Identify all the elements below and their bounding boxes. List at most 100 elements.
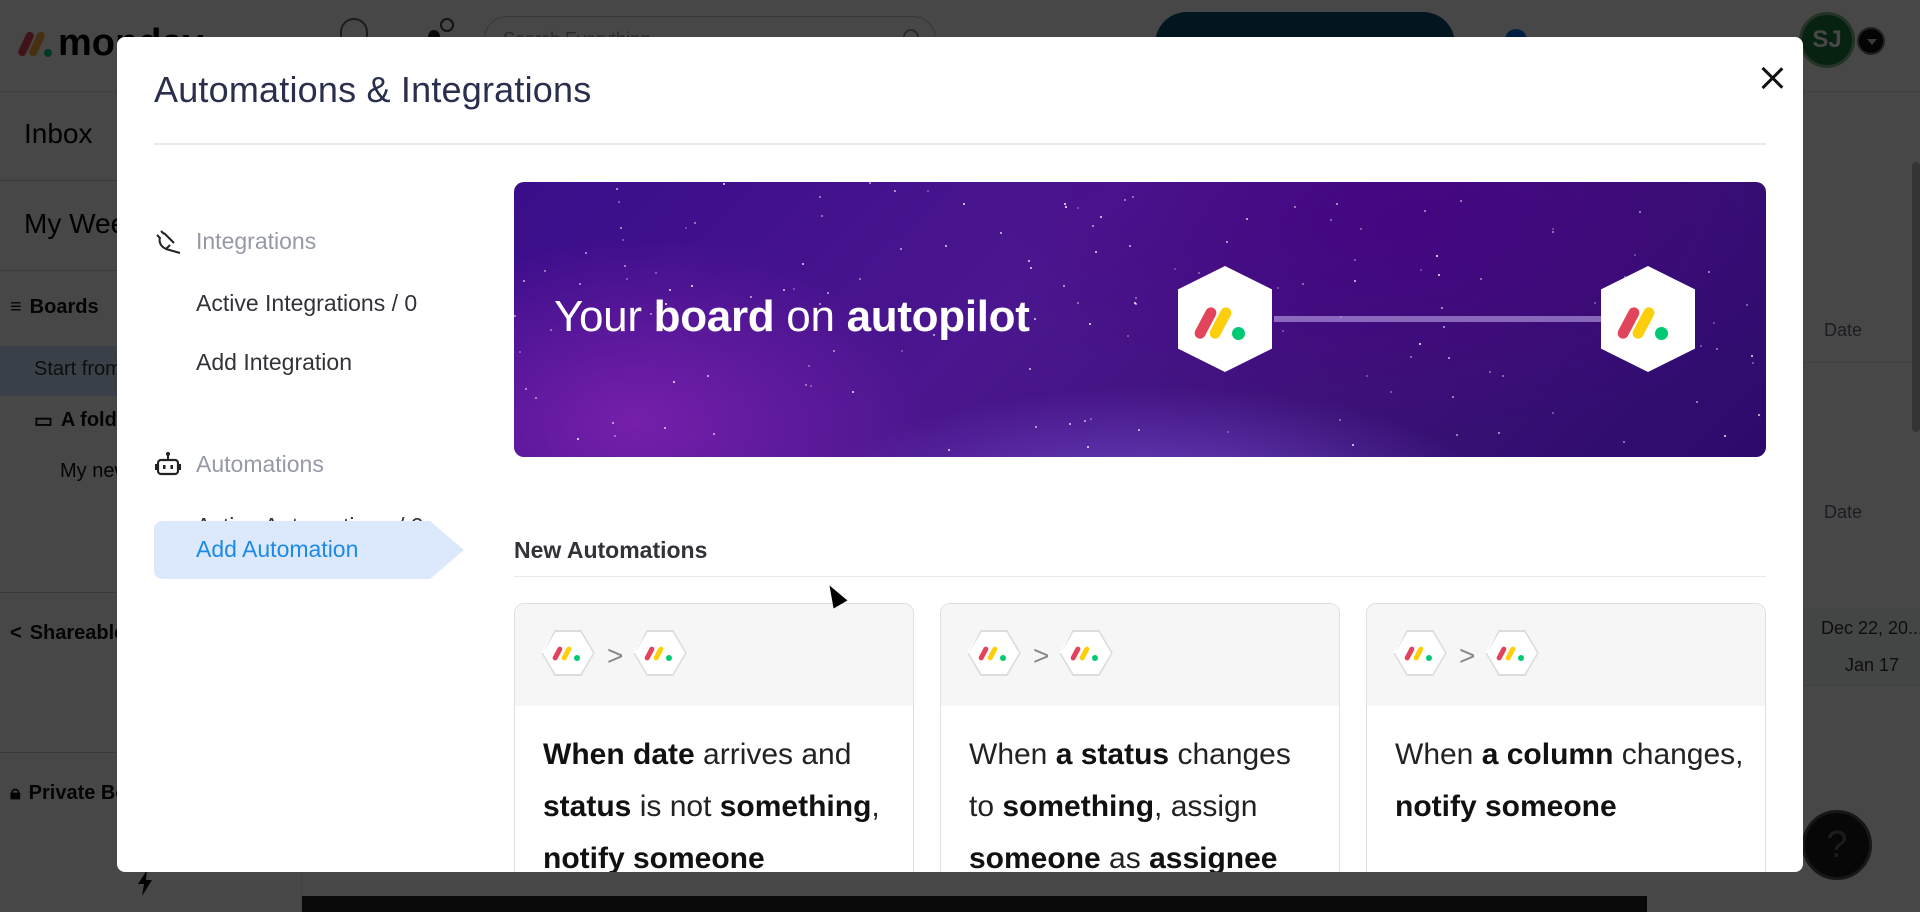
star — [1027, 259, 1030, 262]
star — [1064, 202, 1067, 205]
star — [654, 271, 657, 274]
automation-recipe-card[interactable]: > When date arrives and status is not so… — [514, 603, 914, 872]
recipe-token[interactable]: someone — [969, 842, 1101, 872]
star — [713, 433, 716, 436]
automation-recipe-card[interactable]: > When a column changes, notify someone — [1366, 603, 1766, 872]
modal-title: Automations & Integrations — [154, 69, 592, 110]
star — [578, 282, 581, 285]
banner-text-bold-1: board — [653, 292, 775, 341]
star — [1281, 329, 1284, 332]
star — [1065, 206, 1068, 209]
automations-modal: Automations & Integrations Integrations … — [117, 37, 1803, 872]
star — [625, 278, 628, 281]
star — [1551, 230, 1554, 233]
autopilot-banner: Your board on autopilot — [514, 182, 1766, 457]
active-integrations-link[interactable]: Active Integrations / 0 — [196, 290, 417, 317]
star — [1353, 279, 1356, 282]
banner-text-bold-2: autopilot — [846, 292, 1030, 341]
star — [1000, 232, 1003, 235]
banner-text-1: Your — [554, 292, 654, 341]
star — [1330, 219, 1333, 222]
star — [1035, 426, 1038, 429]
star — [809, 384, 812, 387]
star — [1029, 267, 1032, 270]
recipe-token[interactable]: a column — [1482, 738, 1614, 771]
star — [1634, 254, 1637, 257]
star — [617, 200, 620, 203]
star — [673, 380, 676, 383]
monday-hex-icon — [1393, 630, 1447, 676]
star — [693, 222, 696, 225]
star — [1033, 317, 1036, 320]
star — [1131, 196, 1134, 199]
star — [1129, 244, 1132, 247]
close-icon[interactable] — [1755, 61, 1789, 95]
star — [616, 187, 619, 190]
star — [1552, 412, 1555, 415]
monday-hex-icon — [1059, 630, 1113, 676]
recipe-token[interactable]: something — [1002, 790, 1154, 823]
section-divider — [514, 576, 1766, 577]
star — [1092, 224, 1095, 227]
add-automation-link[interactable]: Add Automation — [154, 521, 464, 579]
star — [807, 365, 810, 368]
star — [613, 434, 616, 437]
star — [833, 349, 836, 352]
star — [1696, 401, 1699, 404]
star — [851, 391, 854, 394]
automations-heading-label: Automations — [196, 450, 324, 477]
recipe-token[interactable]: notify someone — [543, 842, 765, 872]
chevron-right-icon: > — [1033, 640, 1050, 671]
banner-text-2: on — [774, 292, 847, 341]
star — [1757, 413, 1760, 416]
star — [1134, 296, 1137, 299]
star — [1420, 269, 1423, 272]
star — [544, 270, 547, 273]
star — [1452, 395, 1455, 398]
star — [963, 203, 966, 206]
recipe-text-segment: is not — [631, 790, 720, 823]
star — [1352, 444, 1355, 447]
star — [612, 421, 615, 424]
star — [1084, 420, 1087, 423]
star — [664, 427, 667, 430]
recipe-token[interactable]: a status — [1056, 738, 1169, 771]
star — [1593, 302, 1596, 305]
star — [1100, 216, 1103, 219]
star — [1335, 202, 1338, 205]
recipe-token[interactable]: When — [543, 738, 633, 771]
star — [534, 396, 537, 399]
recipe-token[interactable]: something — [720, 790, 872, 823]
recipe-token[interactable]: status — [543, 790, 631, 823]
plug-icon — [156, 230, 181, 254]
recipe-token[interactable]: assignee — [1149, 842, 1277, 872]
star — [1498, 431, 1501, 434]
star — [927, 189, 930, 192]
add-integration-link[interactable]: Add Integration — [196, 349, 352, 376]
star — [518, 351, 521, 354]
automation-recipe-card[interactable]: > When a status changes to something, as… — [940, 603, 1340, 872]
star — [1294, 205, 1296, 208]
star — [1225, 240, 1228, 243]
chevron-right-icon: > — [1459, 640, 1476, 671]
star — [1489, 371, 1492, 374]
star — [1124, 199, 1127, 202]
star — [1089, 418, 1092, 421]
star — [805, 384, 808, 386]
star — [1339, 419, 1342, 422]
recipe-token[interactable]: notify someone — [1395, 790, 1617, 823]
recipe-text-segment: , assign — [1154, 790, 1258, 823]
star — [868, 182, 871, 184]
star — [524, 388, 527, 391]
recipe-text: When a column changes, notify someone — [1395, 729, 1745, 833]
card-header: > — [515, 604, 913, 706]
recipe-text: When date arrives and status is not some… — [543, 729, 893, 872]
star — [900, 248, 903, 251]
star — [722, 182, 725, 185]
recipe-token[interactable]: date — [633, 738, 695, 771]
star — [859, 278, 862, 281]
star — [668, 288, 671, 291]
card-header: > — [1367, 604, 1765, 706]
star — [1751, 355, 1754, 358]
star — [1137, 429, 1140, 432]
